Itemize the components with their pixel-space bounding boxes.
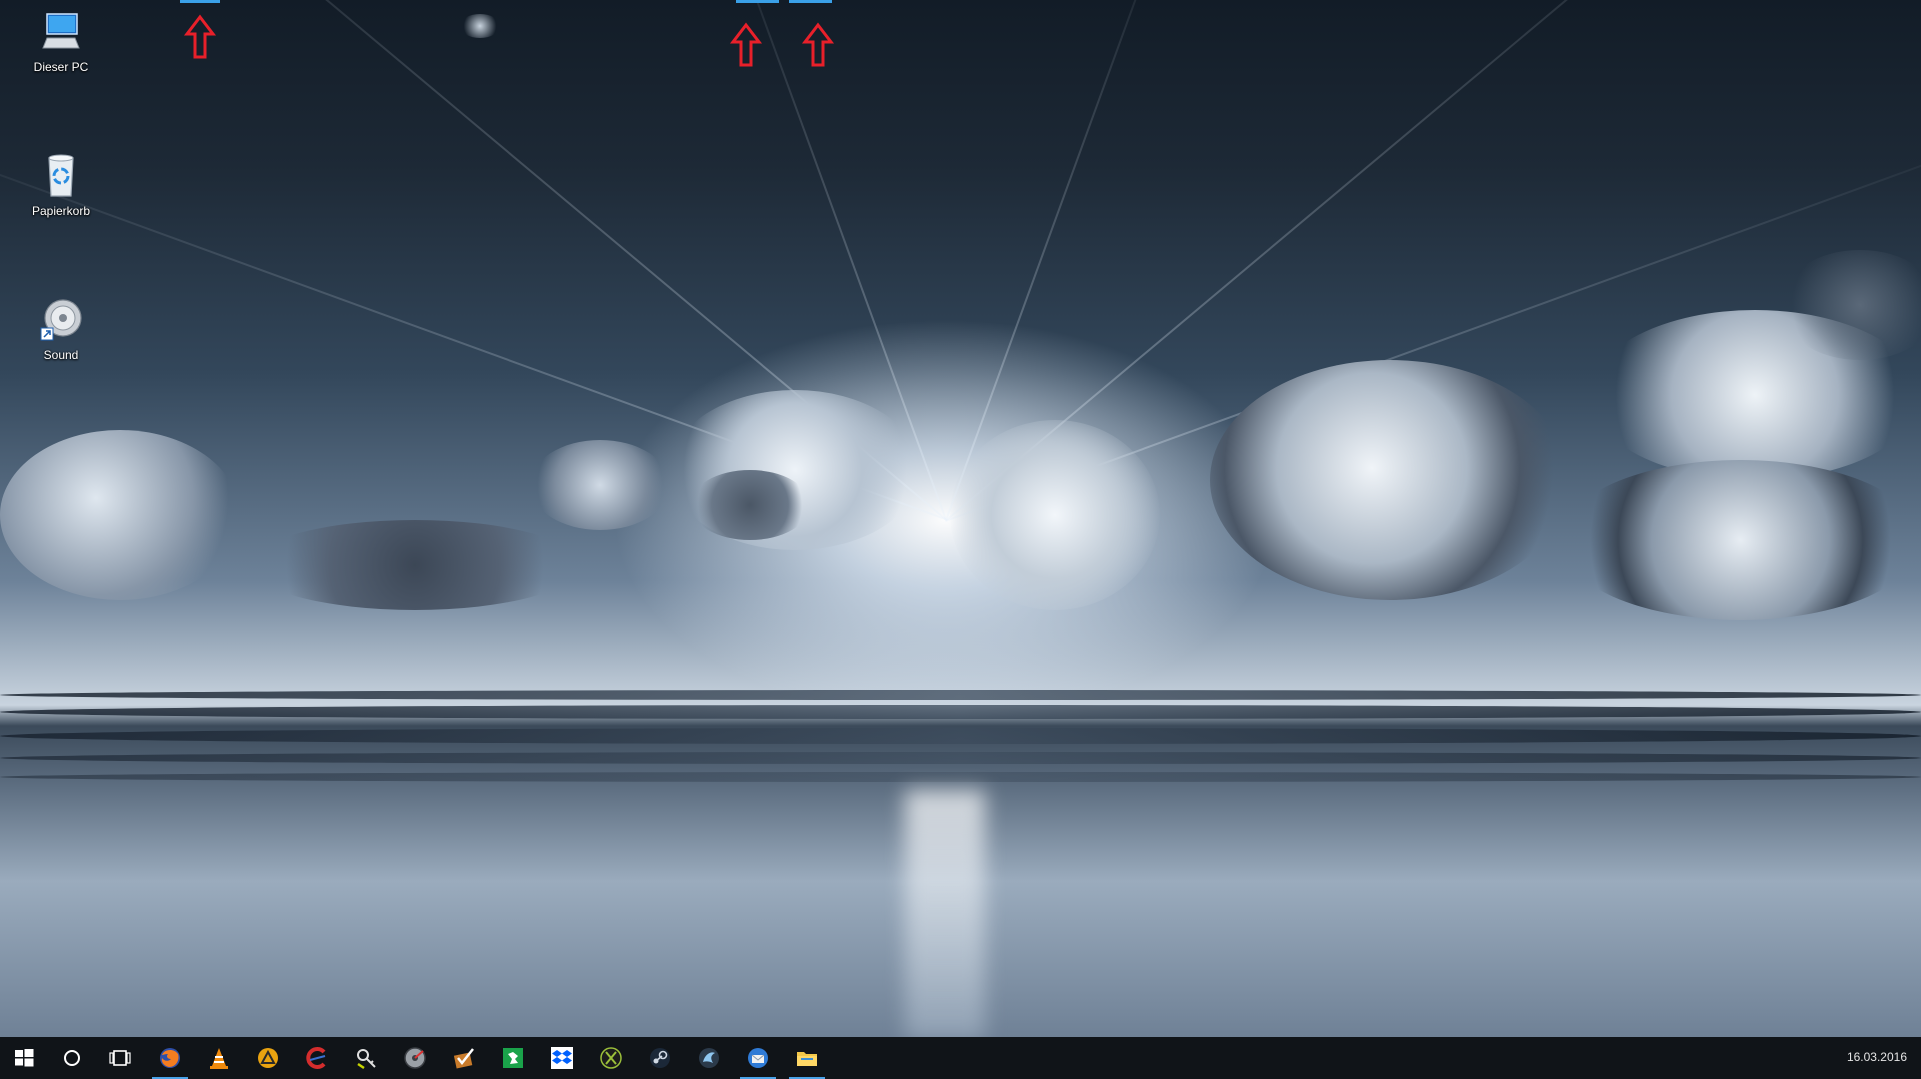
desktop-wallpaper [0,0,1921,1037]
wave [0,690,1921,700]
desktop-icon-label: Papierkorb [31,204,91,218]
taskbar-app-kleopatra[interactable] [342,1037,390,1079]
kleopatra-icon [357,1049,376,1070]
taskbar-app-firefox[interactable] [146,1037,194,1079]
wave [0,772,1921,782]
computer-icon [37,8,85,56]
taskbar-app-xbox[interactable] [587,1037,635,1079]
vlc-icon [210,1048,228,1069]
desktop-icon-recycle-bin[interactable]: Papierkorb [16,152,106,218]
taskbar-app-steam[interactable] [636,1037,684,1079]
file-explorer-icon [797,1052,817,1066]
taskbar-app-vlc[interactable] [195,1037,243,1079]
speaker-icon [37,296,85,344]
disk-tool-icon [404,1047,426,1069]
antivirus-icon [258,1048,278,1068]
firefox-icon [160,1048,180,1068]
cloud [1560,460,1921,620]
steam-icon [650,1048,670,1068]
taskbar-clock-date[interactable]: 16.03.2016 [1847,1050,1907,1064]
wave [0,705,1921,719]
task-view-button[interactable] [96,1037,144,1079]
taskbar-app-antivirus[interactable] [244,1037,292,1079]
screen-top-edge-mark [180,0,220,3]
taskbar: 16.03.2016 [0,1037,1921,1079]
red-annotation-arrow [729,22,763,67]
screen-top-edge-mark [736,0,779,3]
wave [0,728,1921,744]
thunderbird-icon [748,1048,768,1068]
start-button[interactable] [0,1037,48,1079]
desktop-icon-label: Dieser PC [33,60,89,74]
red-annotation-arrow [801,22,835,67]
windows-logo-icon [15,1049,34,1067]
desktop-icon-this-pc[interactable]: Dieser PC [16,8,106,74]
search-button[interactable] [48,1037,96,1079]
desktop-icon-sound[interactable]: Sound [16,296,106,362]
cloud [690,470,810,540]
taskbar-app-dropbox[interactable] [538,1037,586,1079]
cloud [250,520,580,610]
task-view-icon [109,1050,131,1066]
cloud [460,14,500,38]
checklist-icon [453,1048,474,1069]
ccleaner-icon [306,1047,326,1069]
red-annotation-arrow [183,14,217,59]
taskbar-app-ccleaner[interactable] [293,1037,341,1079]
taskbar-app-disk-tool[interactable] [391,1037,439,1079]
taskbar-app-phoenix[interactable] [685,1037,733,1079]
cloud [950,420,1160,610]
cortana-circle-icon [64,1050,80,1066]
cloud [530,440,670,530]
phoenix-icon [699,1048,719,1068]
cloud [1210,360,1570,600]
green-app-icon [503,1048,523,1068]
taskbar-app-checklist[interactable] [440,1037,488,1079]
desktop-icon-label: Sound [43,348,79,362]
dropbox-icon [551,1047,573,1069]
screen-top-edge-mark [789,0,832,3]
sun-reflection [905,790,985,1037]
cloud [0,430,240,600]
taskbar-app-green[interactable] [489,1037,537,1079]
xbox-icon [600,1047,622,1069]
recycle-bin-icon [37,152,85,200]
taskbar-app-thunderbird[interactable] [734,1037,782,1079]
taskbar-app-file-explorer[interactable] [783,1037,831,1079]
wave [0,752,1921,764]
